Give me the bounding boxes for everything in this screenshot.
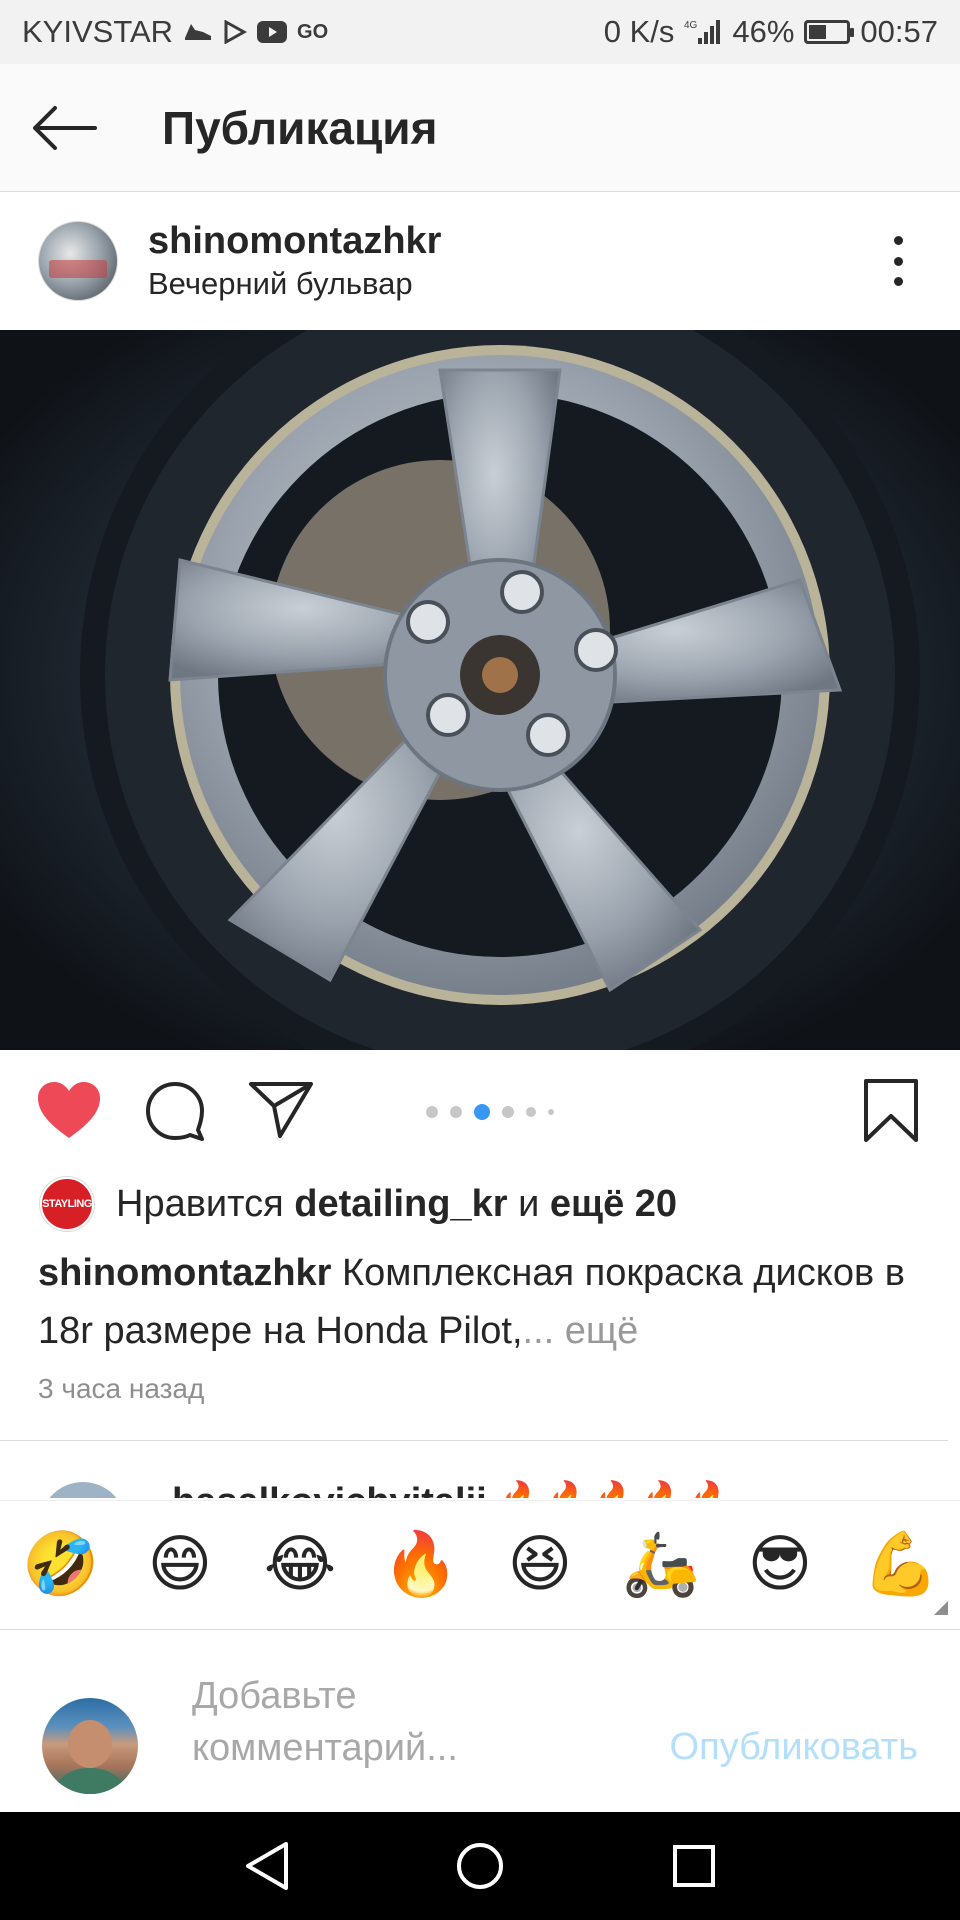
- likes-prefix: Нравится: [116, 1182, 295, 1225]
- comment-composer: Добавьте комментарий... Опубликовать: [0, 1630, 960, 1812]
- more-dot: [893, 277, 903, 286]
- more-dot: [893, 256, 903, 266]
- carousel-dot-active: [474, 1104, 490, 1120]
- clock: 00:57: [860, 14, 938, 49]
- author-avatar[interactable]: [38, 221, 118, 301]
- commenter-avatar[interactable]: [40, 1482, 126, 1498]
- carousel-dot: [526, 1107, 536, 1117]
- youtube-icon: [257, 21, 288, 43]
- emoji-sunglasses-button[interactable]: 😎: [742, 1527, 818, 1603]
- emoji-fire-button[interactable]: 🔥: [382, 1527, 459, 1603]
- system-nav-bar: [0, 1812, 960, 1920]
- caption-username[interactable]: shinomontazhkr: [38, 1252, 331, 1294]
- post-caption: shinomontazhkr Комплексная покраска диск…: [38, 1244, 918, 1360]
- page-title: Публикация: [162, 101, 438, 154]
- nav-recents-button[interactable]: [672, 1840, 716, 1897]
- emoji-smile-button[interactable]: 😄: [142, 1527, 218, 1603]
- post-header: shinomontazhkr Вечерний бульвар: [0, 192, 948, 330]
- expand-corner-icon: [934, 1601, 948, 1615]
- emoji-laughing-button[interactable]: 😆: [502, 1527, 578, 1603]
- carousel-dot: [502, 1106, 514, 1118]
- emoji-rofl-button[interactable]: 🤣: [22, 1527, 99, 1603]
- nav-home-button[interactable]: [456, 1840, 504, 1897]
- liker-avatar[interactable]: STAYLING: [40, 1177, 94, 1231]
- play-store-icon: [223, 20, 248, 44]
- post-image[interactable]: [0, 330, 960, 1050]
- post-location[interactable]: Вечерний бульвар: [148, 264, 441, 304]
- emoji-joy-button[interactable]: 😂: [262, 1527, 338, 1603]
- author-username[interactable]: shinomontazhkr: [148, 218, 441, 264]
- net-speed: 0 K/s: [603, 14, 675, 49]
- go-icon: GO: [297, 20, 329, 43]
- carousel-dot: [426, 1106, 438, 1118]
- emoji-muscle-button[interactable]: 💪: [862, 1527, 939, 1603]
- liker-username[interactable]: detailing_kr: [294, 1183, 507, 1226]
- square-recents-icon: [673, 1845, 715, 1887]
- app-bar: Публикация: [0, 64, 960, 192]
- commenter-username[interactable]: hasalkovichvitalii: [172, 1481, 487, 1498]
- more-vertical-icon: [893, 236, 903, 245]
- share-button[interactable]: [248, 1080, 314, 1145]
- battery-percent: 46%: [732, 14, 795, 49]
- comment-line: hasalkovichvitalii 🔥🔥🔥🔥🔥: [172, 1480, 734, 1498]
- emoji-quick-bar: 🤣 😄 😂 🔥 😆 🛵 😎 💪: [0, 1500, 960, 1630]
- like-button[interactable]: [36, 1080, 102, 1145]
- status-bar: KYIVSTAR GO 0 K/s 4G 46% 00:57: [0, 0, 960, 64]
- comment-icon: [146, 1082, 204, 1141]
- likes-others[interactable]: ещё 20: [550, 1183, 677, 1226]
- likes-row[interactable]: STAYLING Нравится detailing_kr и ещё 20: [40, 1176, 677, 1232]
- bookmark-icon: [864, 1079, 918, 1142]
- comment-preview: hasalkovichvitalii 🔥🔥🔥🔥🔥: [0, 1450, 960, 1498]
- divider: [0, 1440, 948, 1441]
- triangle-back-icon: [246, 1842, 288, 1890]
- likes-middle: и: [507, 1182, 550, 1225]
- publish-button[interactable]: Опубликовать: [670, 1726, 918, 1769]
- signal-icon: 4G: [684, 18, 722, 46]
- caption-more-link[interactable]: ещё: [554, 1310, 639, 1352]
- carrier-label: KYIVSTAR: [22, 14, 174, 49]
- sneaker-icon: [183, 20, 213, 44]
- emoji-scooter-button[interactable]: 🛵: [622, 1527, 699, 1603]
- more-options-button[interactable]: [888, 236, 908, 286]
- svg-text:4G: 4G: [684, 20, 698, 31]
- battery-icon: [804, 20, 855, 44]
- save-button[interactable]: [862, 1078, 920, 1149]
- back-button[interactable]: [4, 64, 124, 192]
- comment-emojis: 🔥🔥🔥🔥🔥: [497, 1481, 734, 1498]
- carousel-dot: [450, 1106, 462, 1118]
- carousel-dot: [548, 1109, 554, 1115]
- carousel-indicator: [426, 1104, 554, 1120]
- current-user-avatar: [42, 1698, 138, 1794]
- arrow-left-icon: [33, 105, 97, 150]
- circle-home-icon: [457, 1843, 503, 1889]
- paper-plane-icon: [249, 1082, 313, 1138]
- wheel-photo: [0, 330, 960, 1050]
- comment-button[interactable]: [144, 1080, 206, 1147]
- comment-input[interactable]: Добавьте комментарий...: [192, 1670, 522, 1774]
- caption-ellipsis: ...: [522, 1310, 555, 1352]
- heart-icon: [38, 1082, 100, 1138]
- nav-back-button[interactable]: [244, 1840, 290, 1897]
- post-timestamp: 3 часа назад: [38, 1373, 205, 1404]
